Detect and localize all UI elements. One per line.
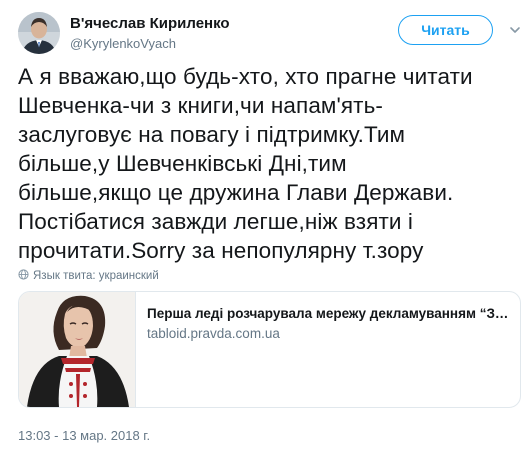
card-domain: tabloid.pravda.com.ua <box>147 326 280 341</box>
link-card[interactable]: Перша леді розчарувала мережу декламуван… <box>18 291 521 408</box>
tweet-text-line: Постібатися завжди легше,ніж взяти і <box>18 209 414 234</box>
author-name[interactable]: В'ячеслав Кириленко <box>70 14 370 33</box>
user-avatar-icon <box>18 12 60 54</box>
tweet-language: Язык твита: украинский <box>18 269 159 283</box>
follow-button[interactable]: Читать <box>398 15 493 45</box>
tweet-text: А я вважаю,що будь-хто, хто прагне читат… <box>18 62 518 265</box>
card-image[interactable] <box>19 292 136 407</box>
author-block: В'ячеслав Кириленко @KyrylenkoVyach <box>70 14 370 53</box>
language-label: Язык твита: украинский <box>33 270 159 282</box>
card-body[interactable]: Перша леді розчарувала мережу декламуван… <box>147 305 512 342</box>
tweet-text-line: Шевченка-чи з книги,чи напам'ять- <box>18 93 384 118</box>
card-title[interactable]: Перша леді розчарувала мережу декламуван… <box>147 305 512 322</box>
tweet-text-line: А я вважаю,що будь-хто, хто прагне читат… <box>18 64 473 89</box>
tweet-timestamp[interactable]: 13:03 - 13 мар. 2018 г. <box>18 428 150 444</box>
article-thumbnail-icon <box>19 292 135 407</box>
tweet-text-line: більше,якщо це дружина Глави Держави. <box>18 180 454 205</box>
author-handle[interactable]: @KyrylenkoVyach <box>70 35 370 53</box>
globe-icon <box>18 269 29 280</box>
tweet-text-line: заслуговує на повагу і підтримку.Тим <box>18 122 406 147</box>
tweet-text-line: більше,у Шевченківські Дні,тим <box>18 151 347 176</box>
tweet: В'ячеслав Кириленко @KyrylenkoVyach Чита… <box>0 0 530 449</box>
tweet-text-line: прочитати.Sorry за непопулярну т.зору <box>18 238 424 263</box>
chevron-down-icon[interactable] <box>509 24 521 36</box>
author-avatar[interactable] <box>18 12 60 54</box>
